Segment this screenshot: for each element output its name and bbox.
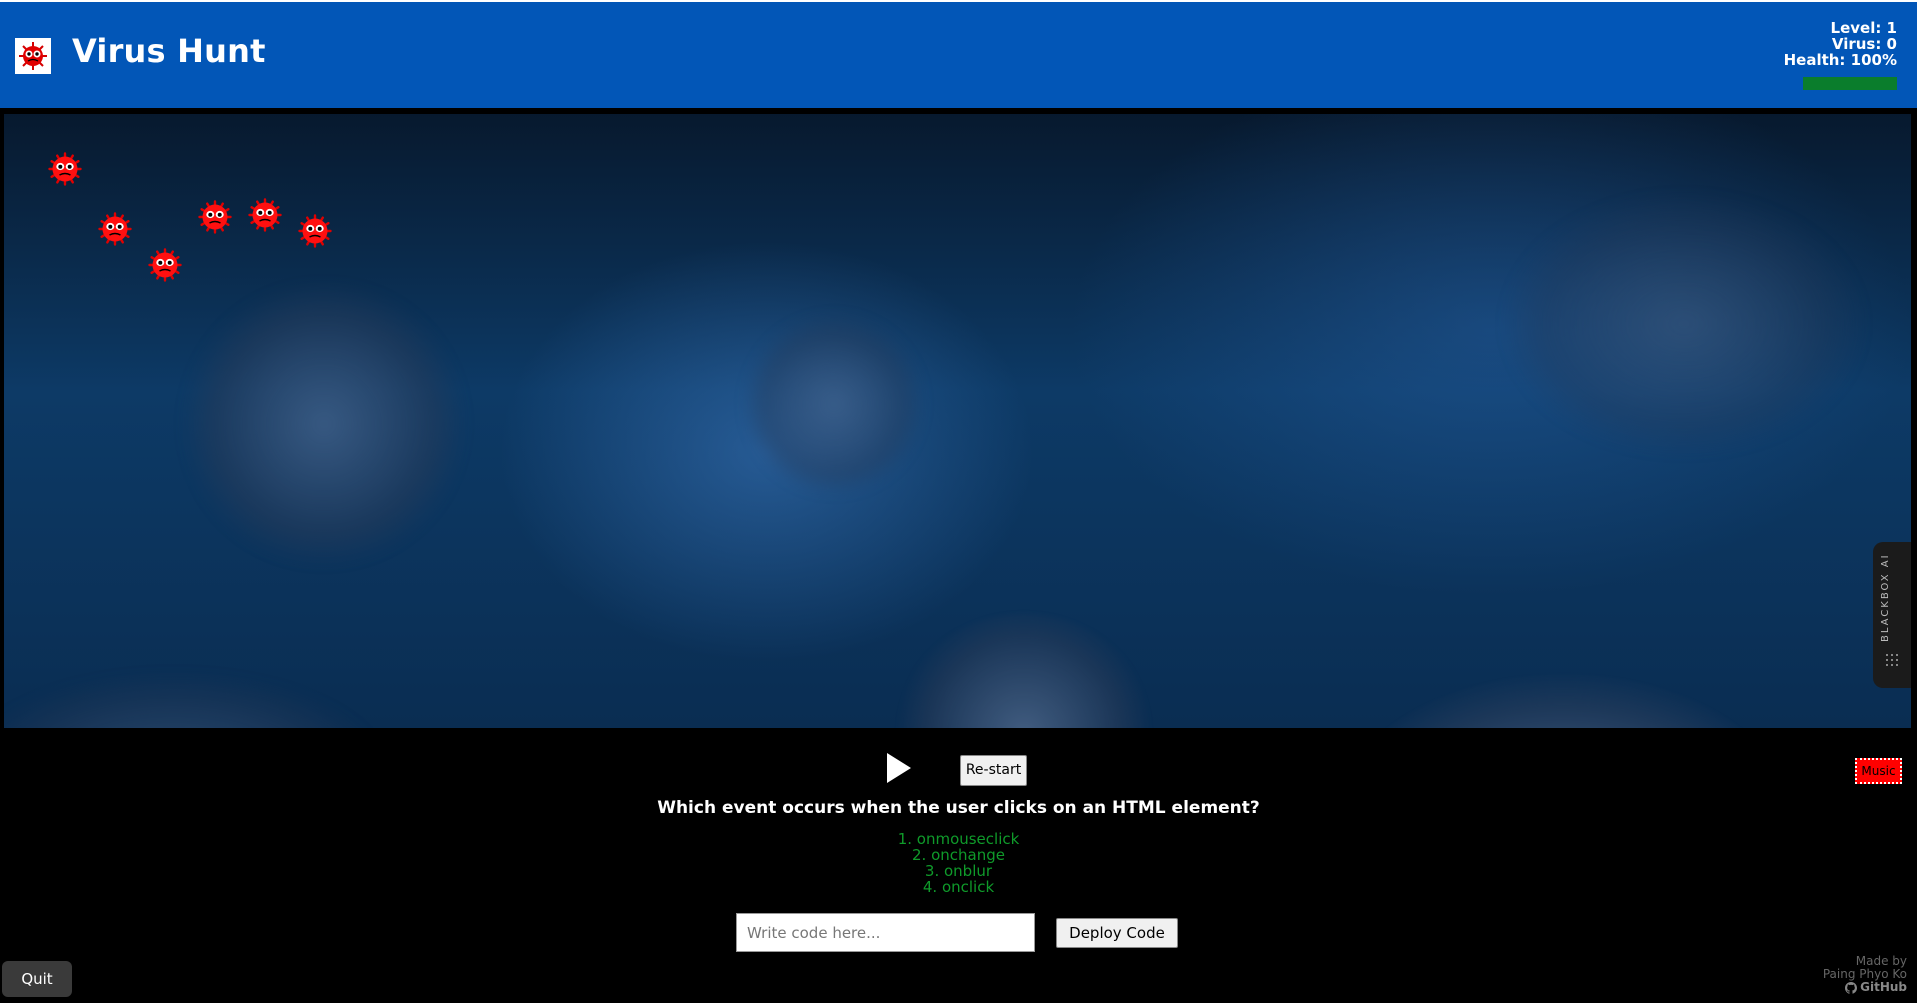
background-virus-shape — [894, 614, 1154, 728]
health-bar-fill — [1803, 77, 1897, 90]
answer-option: 3. onblur — [924, 862, 993, 880]
answer-options: 1. onmouseclick 2. onchange 3. onblur 4.… — [0, 831, 1917, 895]
virus-icon[interactable] — [98, 212, 132, 246]
restart-button[interactable]: Re-start — [960, 755, 1027, 786]
virus-count-stat: Virus: 0 — [1831, 35, 1897, 53]
answer-option: 1. onmouseclick — [897, 830, 1020, 848]
stats-panel: Level: 1 Virus: 0 Health: 100% — [1784, 20, 1897, 68]
virus-icon[interactable] — [248, 198, 282, 232]
virus-logo-icon — [15, 38, 51, 74]
background-virus-shape — [4, 674, 384, 728]
credit-block: Made by Paing Phyo Ko GitHub — [1823, 955, 1907, 994]
deploy-code-button[interactable]: Deploy Code — [1056, 918, 1178, 948]
answer-option: 2. onchange — [912, 846, 1005, 864]
virus-icon[interactable] — [48, 152, 82, 186]
game-title: Virus Hunt — [72, 32, 266, 70]
virus-icon[interactable] — [298, 214, 332, 248]
question-text: Which event occurs when the user clicks … — [657, 798, 1260, 818]
level-stat: Level: 1 — [1830, 19, 1897, 37]
background-virus-shape — [184, 284, 464, 564]
answer-option: 4. onclick — [922, 878, 995, 896]
code-input[interactable] — [736, 913, 1035, 952]
github-icon — [1845, 981, 1858, 994]
header-bar: Virus Hunt Level: 1 Virus: 0 Health: 100… — [0, 0, 1917, 108]
health-stat: Health: 100% — [1783, 51, 1897, 69]
virus-icon[interactable] — [198, 200, 232, 234]
background-virus-shape — [744, 314, 924, 494]
dots-grid-icon — [1886, 654, 1898, 666]
background-virus-shape — [1334, 674, 1794, 728]
github-label: GitHub — [1860, 980, 1907, 994]
github-link[interactable]: GitHub — [1823, 981, 1907, 994]
virus-icon[interactable] — [148, 248, 182, 282]
play-icon[interactable] — [885, 752, 913, 784]
quit-button[interactable]: Quit — [2, 961, 72, 997]
blackbox-side-tab[interactable]: BLACKBOX AI — [1873, 542, 1911, 688]
side-tab-label: BLACKBOX AI — [1880, 553, 1891, 642]
background-virus-shape — [1504, 194, 1864, 454]
health-bar — [1803, 77, 1897, 90]
music-button[interactable]: Music — [1855, 758, 1902, 784]
game-area[interactable]: BLACKBOX AI — [2, 112, 1913, 730]
